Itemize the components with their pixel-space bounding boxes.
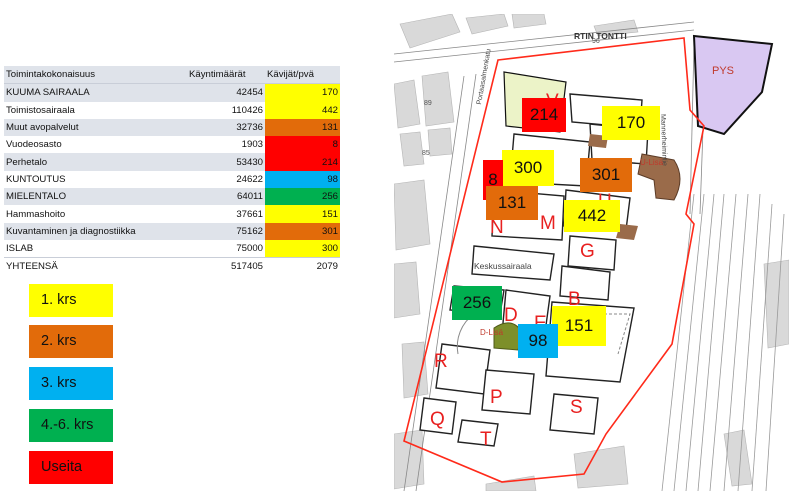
- row-activity: KUUMA SAIRAALA: [4, 83, 187, 102]
- letter-t: T: [480, 429, 492, 450]
- row-per-day: 8: [265, 136, 340, 154]
- row-activity: Toimistosairaala: [4, 101, 187, 119]
- plot-number-85: 85: [422, 150, 430, 157]
- street-label-top: RTIN TONTTI: [574, 31, 627, 41]
- legend-item-useita: Useita: [29, 451, 113, 484]
- table-row: KUUMA SAIRAALA 42454 170: [4, 83, 340, 102]
- legend-label: 4.-6. krs: [41, 417, 94, 433]
- row-per-day: 442: [265, 101, 340, 119]
- legend-item-4-6krs: 4.-6. krs: [29, 409, 113, 442]
- letter-q: Q: [430, 409, 445, 430]
- row-visits: 1903: [187, 136, 265, 154]
- row-per-day: 256: [265, 188, 340, 206]
- row-per-day: 151: [265, 205, 340, 223]
- value-box-214: 214: [522, 98, 566, 132]
- row-activity: Vuodeosasto: [4, 136, 187, 154]
- row-activity: Muut avopalvelut: [4, 118, 187, 137]
- table-row: Hammashoito 37661 151: [4, 205, 340, 223]
- value-box-170: 170: [602, 106, 660, 140]
- header-visits: Käyntimäärät: [187, 66, 265, 85]
- legend-item-1krs: 1. krs: [29, 284, 113, 317]
- row-visits: 64011: [187, 188, 265, 206]
- row-visits: 37661: [187, 205, 265, 223]
- plot-number-89: 89: [424, 100, 432, 107]
- row-per-day: 214: [265, 153, 340, 171]
- hospital-label: Keskussairaala: [474, 261, 532, 271]
- table-row: Muut avopalvelut 32736 131: [4, 118, 340, 137]
- row-activity: Hammashoito: [4, 205, 187, 223]
- row-visits: 24622: [187, 170, 265, 189]
- letter-d: D: [504, 305, 518, 326]
- row-visits: 53430: [187, 153, 265, 171]
- table-row: ISLAB 75000 300: [4, 239, 340, 258]
- table-total-row: YHTEENSÄ 517405 2079: [4, 257, 340, 276]
- hospital-site-map: RTIN TONTTI Portaasalmenkatu Mannerheimi…: [394, 14, 789, 491]
- row-per-day: 300: [265, 239, 340, 258]
- letter-s: S: [570, 397, 583, 418]
- legend-label: 2. krs: [41, 333, 77, 349]
- letter-m: M: [540, 213, 556, 234]
- total-per-day: 2079: [265, 257, 340, 276]
- d-lisa-label: D-Lisä: [480, 328, 504, 337]
- row-activity: MIELENTALO: [4, 188, 187, 206]
- legend-label: 3. krs: [41, 375, 77, 391]
- row-per-day: 170: [265, 83, 340, 102]
- table-row: Vuodeosasto 1903 8: [4, 136, 340, 154]
- legend-label: Useita: [41, 459, 83, 475]
- row-per-day: 131: [265, 118, 340, 137]
- row-visits: 110426: [187, 101, 265, 119]
- total-visits: 517405: [187, 257, 265, 276]
- value-box-301: 301: [580, 158, 632, 192]
- table-row: Kuvantaminen ja diagnostiikka 75162 301: [4, 222, 340, 240]
- value-box-442: 442: [564, 200, 620, 232]
- row-visits: 42454: [187, 83, 265, 102]
- legend-item-3krs: 3. krs: [29, 367, 113, 400]
- letter-g: G: [580, 241, 595, 262]
- value-box-151: 151: [552, 306, 606, 346]
- letter-n: N: [490, 217, 504, 238]
- table-row: Perhetalo 53430 214: [4, 153, 340, 171]
- total-label: YHTEENSÄ: [4, 257, 187, 276]
- value-box-98: 98: [518, 324, 558, 358]
- row-activity: Perhetalo: [4, 153, 187, 171]
- header-activity: Toimintakokonaisuus: [4, 66, 187, 85]
- row-activity: KUNTOUTUS: [4, 170, 187, 189]
- value-box-300: 300: [502, 150, 554, 186]
- u-lisa-label: U-Lisä: [640, 158, 664, 167]
- row-per-day: 98: [265, 170, 340, 189]
- pys-label: PYS: [712, 65, 735, 77]
- value-box-256: 256: [452, 286, 502, 320]
- row-visits: 32736: [187, 118, 265, 137]
- row-visits: 75000: [187, 239, 265, 258]
- header-per-day: Kävijät/pvä: [265, 66, 340, 85]
- visits-table: Toimintakokonaisuus Käyntimäärät Kävijät…: [4, 66, 340, 276]
- legend-label: 1. krs: [41, 292, 77, 308]
- row-activity: Kuvantaminen ja diagnostiikka: [4, 222, 187, 240]
- table-header-row: Toimintakokonaisuus Käyntimäärät Kävijät…: [4, 66, 340, 85]
- row-per-day: 301: [265, 222, 340, 240]
- row-visits: 75162: [187, 222, 265, 240]
- table-row: Toimistosairaala 110426 442: [4, 101, 340, 119]
- letter-p: P: [490, 387, 503, 408]
- letter-r: R: [434, 351, 448, 372]
- row-activity: ISLAB: [4, 239, 187, 258]
- legend-item-2krs: 2. krs: [29, 325, 113, 358]
- value-box-131: 131: [486, 186, 538, 220]
- table-row: MIELENTALO 64011 256: [4, 188, 340, 206]
- plot-number-96: 96: [592, 38, 600, 45]
- table-row: KUNTOUTUS 24622 98: [4, 170, 340, 189]
